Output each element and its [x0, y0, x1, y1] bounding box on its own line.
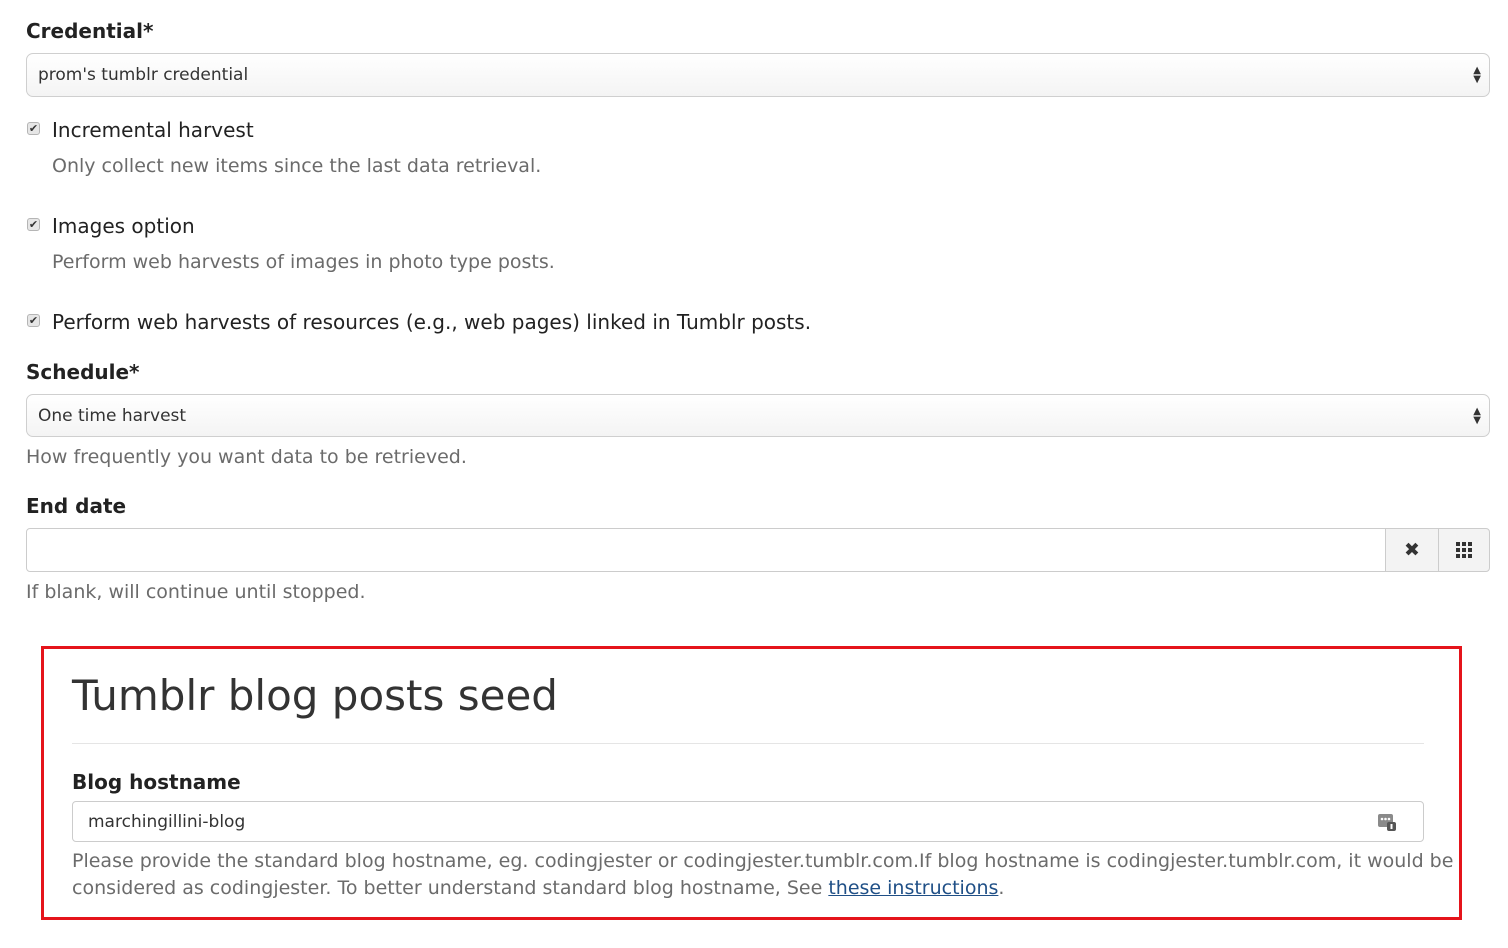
checkmark-icon: ✔ — [28, 314, 39, 327]
credential-label: Credential* — [26, 19, 154, 43]
images-checkbox[interactable]: ✔ — [27, 218, 40, 231]
credential-select[interactable]: prom's tumblr credential ▲ ▼ — [26, 53, 1490, 97]
calendar-grid-icon — [1456, 542, 1472, 558]
close-icon: ✖ — [1404, 539, 1420, 561]
seed-divider — [72, 743, 1424, 744]
checkmark-icon: ✔ — [28, 218, 39, 231]
end-date-input[interactable] — [26, 528, 1386, 572]
blog-hostname-help-prefix: considered as codingjester. To better un… — [72, 877, 829, 899]
blog-hostname-help-line2: considered as codingjester. To better un… — [72, 877, 1004, 899]
contact-card-icon[interactable] — [1377, 812, 1397, 832]
seed-section: Tumblr blog posts seed Blog hostname mar… — [41, 646, 1462, 920]
web-resources-checkbox[interactable]: ✔ — [27, 314, 40, 327]
credential-selected-value: prom's tumblr credential — [38, 65, 249, 85]
seed-title: Tumblr blog posts seed — [72, 671, 558, 720]
end-date-label: End date — [26, 494, 127, 518]
calendar-button[interactable] — [1438, 528, 1490, 572]
blog-hostname-value: marchingillini-blog — [88, 811, 246, 832]
images-help: Perform web harvests of images in photo … — [52, 251, 555, 273]
blog-hostname-help-line1: Please provide the standard blog hostnam… — [72, 850, 1454, 872]
instructions-link[interactable]: these instructions — [828, 877, 998, 899]
web-resources-label: Perform web harvests of resources (e.g.,… — [52, 310, 812, 334]
blog-hostname-label: Blog hostname — [72, 770, 241, 794]
schedule-selected-value: One time harvest — [38, 405, 187, 426]
end-date-help: If blank, will continue until stopped. — [26, 581, 366, 603]
schedule-label: Schedule* — [26, 360, 140, 384]
blog-hostname-help-suffix: . — [998, 877, 1005, 899]
clear-date-button[interactable]: ✖ — [1385, 528, 1439, 572]
incremental-checkbox[interactable]: ✔ — [27, 122, 40, 135]
up-down-arrows-icon: ▲ ▼ — [1473, 65, 1481, 85]
incremental-help: Only collect new items since the last da… — [52, 155, 542, 177]
schedule-help: How frequently you want data to be retri… — [26, 446, 467, 468]
blog-hostname-input[interactable]: marchingillini-blog — [72, 801, 1424, 842]
up-down-arrows-icon: ▲ ▼ — [1473, 406, 1481, 426]
schedule-select[interactable]: One time harvest ▲ ▼ — [26, 394, 1490, 437]
incremental-label: Incremental harvest — [52, 118, 254, 142]
checkmark-icon: ✔ — [28, 122, 39, 135]
images-label: Images option — [52, 214, 195, 238]
